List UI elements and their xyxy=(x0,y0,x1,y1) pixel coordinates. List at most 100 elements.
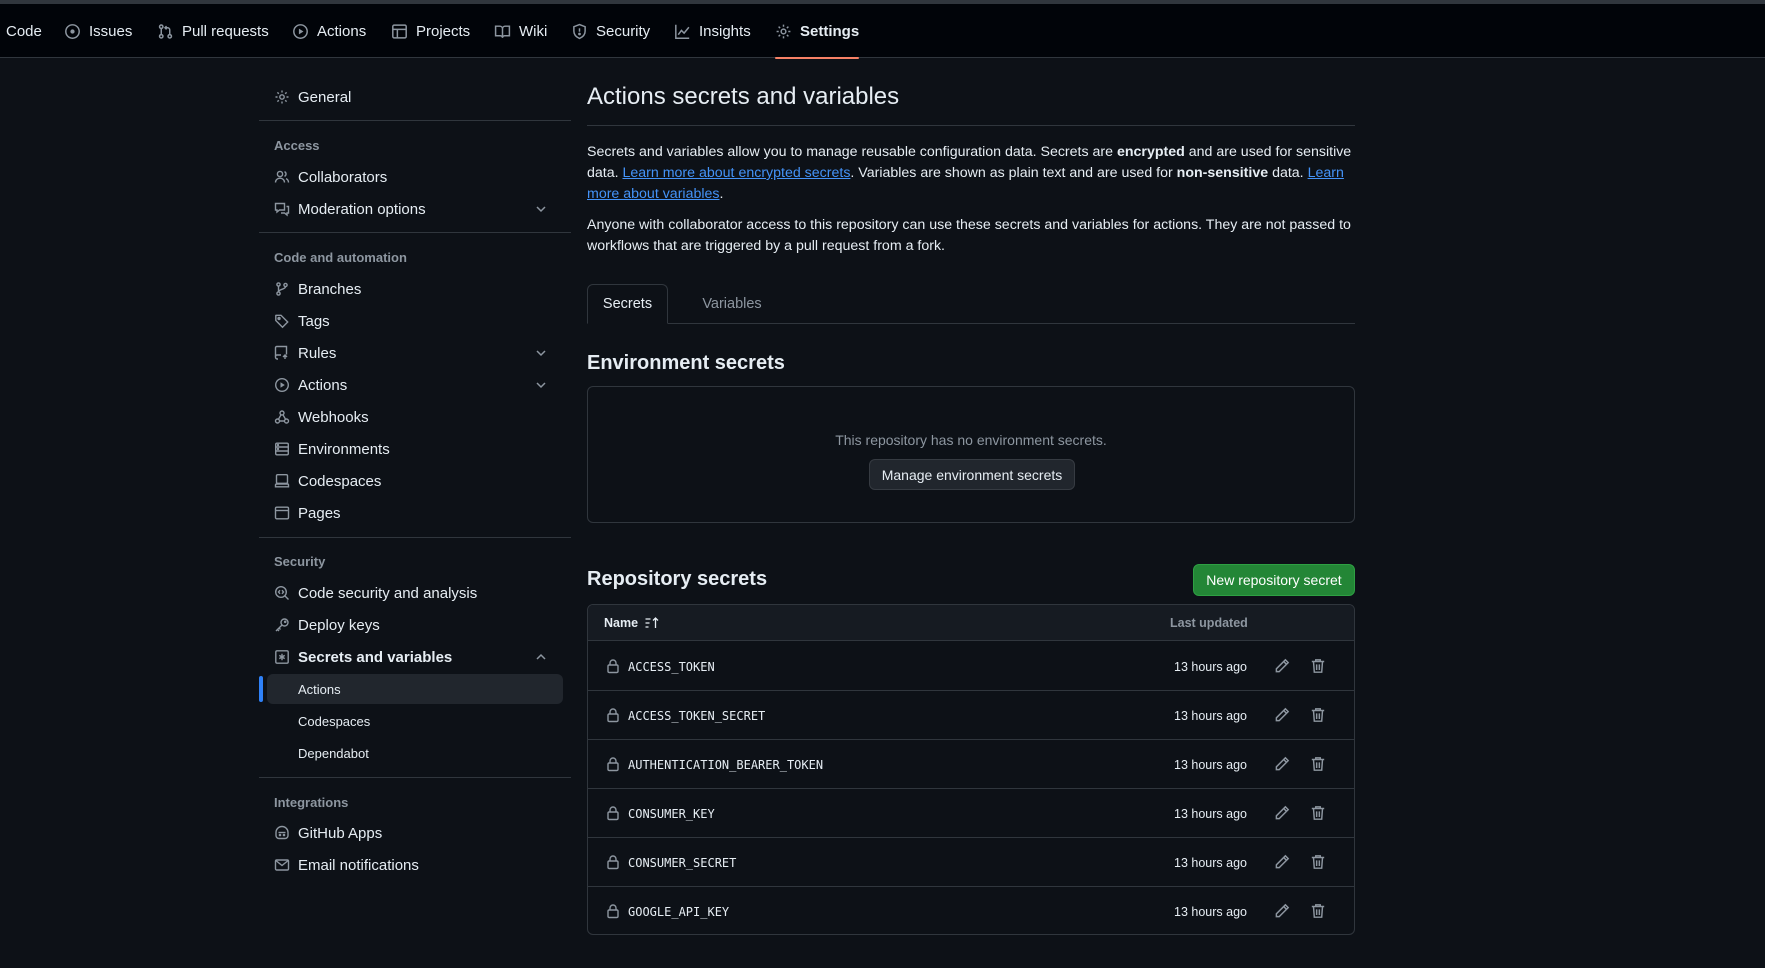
sidebar-subitem-label: Actions xyxy=(298,681,341,697)
tab-secrets[interactable]: Secrets xyxy=(587,284,668,324)
desc-text: data. xyxy=(1268,165,1308,181)
sidebar-item-environments[interactable]: Environments xyxy=(259,433,563,465)
sidebar-subitem-actions[interactable]: Actions xyxy=(267,674,563,704)
desc-text: . Variables are shown as plain text and … xyxy=(850,165,1177,181)
sidebar-heading-access: Access xyxy=(274,138,320,153)
pencil-icon[interactable] xyxy=(1273,902,1291,920)
desc-bold-non-sensitive: non-sensitive xyxy=(1176,165,1269,181)
sidebar-item-actions[interactable]: Actions xyxy=(259,369,563,401)
tab-variables[interactable]: Variables xyxy=(668,284,796,324)
server-icon xyxy=(274,441,290,457)
chevron-down-icon xyxy=(533,345,549,361)
repo-nav: Code Issues Pull requests Actions Projec… xyxy=(0,4,1765,59)
sidebar-item-email-notifications[interactable]: Email notifications xyxy=(259,849,563,881)
sidebar-item-label: Code security and analysis xyxy=(298,584,478,602)
play-icon xyxy=(292,23,309,40)
sidebar-item-label: Branches xyxy=(298,280,362,298)
sidebar-item-secrets-and-variables[interactable]: Secrets and variables xyxy=(259,641,563,673)
trash-icon[interactable] xyxy=(1309,804,1327,822)
pull-request-icon xyxy=(157,23,174,40)
sidebar-item-label: Pages xyxy=(298,504,341,522)
tab-settings-label: Settings xyxy=(800,22,860,40)
chevron-up-icon xyxy=(533,649,549,665)
sidebar-divider xyxy=(259,232,571,233)
sidebar-item-branches[interactable]: Branches xyxy=(259,273,563,305)
environment-secrets-box: This repository has no environment secre… xyxy=(587,386,1355,523)
tab-actions[interactable]: Actions xyxy=(292,4,366,58)
sidebar-item-code-security[interactable]: Code security and analysis xyxy=(259,577,563,609)
sidebar-item-label: GitHub Apps xyxy=(298,824,383,842)
sidebar-item-label: Rules xyxy=(298,344,337,362)
tab-code[interactable]: Code xyxy=(6,4,42,58)
trash-icon[interactable] xyxy=(1309,853,1327,871)
column-header-name-label: Name xyxy=(604,616,639,630)
sidebar-item-webhooks[interactable]: Webhooks xyxy=(259,401,563,433)
pencil-icon[interactable] xyxy=(1273,853,1291,871)
new-repository-secret-button[interactable]: New repository secret xyxy=(1193,564,1355,596)
sidebar-item-label: Moderation options xyxy=(298,200,426,218)
sidebar-item-rules[interactable]: Rules xyxy=(259,337,563,369)
sidebar-item-moderation-options[interactable]: Moderation options xyxy=(259,193,563,225)
sidebar-item-codespaces[interactable]: Codespaces xyxy=(259,465,563,497)
table-row: AUTHENTICATION_BEARER_TOKEN 13 hours ago xyxy=(588,740,1354,789)
pencil-icon[interactable] xyxy=(1273,755,1291,773)
lock-icon xyxy=(605,658,621,674)
tab-insights[interactable]: Insights xyxy=(674,4,751,58)
sidebar-divider xyxy=(259,537,571,538)
trash-icon[interactable] xyxy=(1309,706,1327,724)
sidebar-item-collaborators[interactable]: Collaborators xyxy=(259,161,563,193)
page-title: Actions secrets and variables xyxy=(587,83,900,110)
learn-encrypted-secrets-link[interactable]: Learn more about encrypted secrets xyxy=(623,165,851,181)
tab-security[interactable]: Security xyxy=(571,4,650,58)
sidebar-subitem-label: Dependabot xyxy=(298,745,369,761)
table-header: Name Last updated xyxy=(588,605,1354,641)
table-icon xyxy=(391,23,408,40)
sidebar-item-github-apps[interactable]: GitHub Apps xyxy=(259,817,563,849)
trash-icon[interactable] xyxy=(1309,657,1327,675)
tab-projects[interactable]: Projects xyxy=(391,4,470,58)
sidebar-item-label: General xyxy=(298,88,352,106)
secret-last-updated: 13 hours ago xyxy=(1174,904,1247,919)
sidebar-item-deploy-keys[interactable]: Deploy keys xyxy=(259,609,563,641)
desc-bold-encrypted: encrypted xyxy=(1116,144,1185,160)
secret-name: GOOGLE_API_KEY xyxy=(628,904,730,919)
table-row: ACCESS_TOKEN 13 hours ago xyxy=(588,642,1354,691)
gear-icon xyxy=(775,23,792,40)
tab-pull-requests[interactable]: Pull requests xyxy=(157,4,269,58)
secret-last-updated: 13 hours ago xyxy=(1174,659,1247,674)
trash-icon[interactable] xyxy=(1309,902,1327,920)
sidebar-subitem-codespaces[interactable]: Codespaces xyxy=(267,706,563,736)
tab-settings[interactable]: Settings xyxy=(775,4,860,59)
sidebar-item-label: Secrets and variables xyxy=(298,648,453,666)
secret-last-updated: 13 hours ago xyxy=(1174,708,1247,723)
sidebar-subitem-dependabot[interactable]: Dependabot xyxy=(267,738,563,768)
sidebar-item-label: Tags xyxy=(298,312,330,330)
tab-wiki[interactable]: Wiki xyxy=(494,4,547,58)
secret-name: ACCESS_TOKEN xyxy=(628,659,715,674)
lock-icon xyxy=(605,756,621,772)
desc-text: Secrets and variables allow you to manag… xyxy=(587,144,1117,160)
sidebar-item-label: Collaborators xyxy=(298,168,388,186)
sidebar-heading-security: Security xyxy=(274,554,326,569)
sidebar-item-tags[interactable]: Tags xyxy=(259,305,563,337)
pencil-icon[interactable] xyxy=(1273,804,1291,822)
secret-last-updated: 13 hours ago xyxy=(1174,855,1247,870)
column-header-name[interactable]: Name xyxy=(604,605,660,641)
manage-environment-secrets-button[interactable]: Manage environment secrets xyxy=(869,459,1075,490)
chevron-down-icon xyxy=(533,201,549,217)
secrets-table: Name Last updated ACCESS_TOKEN 13 hours a… xyxy=(587,604,1355,935)
sidebar-item-general[interactable]: General xyxy=(259,81,563,113)
chevron-down-icon xyxy=(533,377,549,393)
title-divider xyxy=(587,125,1355,126)
sidebar-item-pages[interactable]: Pages xyxy=(259,497,563,529)
key-icon xyxy=(274,617,290,633)
issue-icon xyxy=(64,23,81,40)
secret-name: ACCESS_TOKEN_SECRET xyxy=(628,708,766,723)
tab-issues[interactable]: Issues xyxy=(64,4,132,58)
secret-last-updated: 13 hours ago xyxy=(1174,806,1247,821)
description-secrets: Secrets and variables allow you to manag… xyxy=(587,142,1355,205)
pencil-icon[interactable] xyxy=(1273,706,1291,724)
trash-icon[interactable] xyxy=(1309,755,1327,773)
pencil-icon[interactable] xyxy=(1273,657,1291,675)
table-row: GOOGLE_API_KEY 13 hours ago xyxy=(588,887,1354,934)
